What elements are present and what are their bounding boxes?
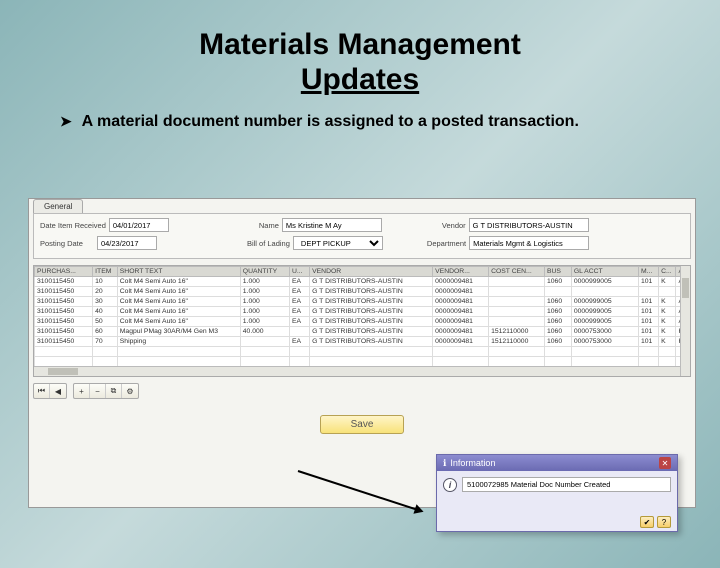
close-icon[interactable]: ✕ [659,457,671,469]
column-header[interactable]: SHORT TEXT [117,267,240,277]
bill-lading-label: Bill of Lading [247,239,290,248]
column-header[interactable]: BUS [544,267,571,277]
table-row[interactable]: 310011545020Colt M4 Semi Auto 16"1.000EA… [35,287,690,297]
table-row[interactable] [35,347,690,357]
line-items-table[interactable]: PURCHAS...ITEMSHORT TEXTQUANTITYU...VEND… [33,265,691,377]
vertical-scrollbar[interactable] [680,266,690,376]
table-row[interactable]: 310011545010Colt M4 Semi Auto 16"1.000EA… [35,277,690,287]
table-row[interactable]: 310011545050Colt M4 Semi Auto 16"1.000EA… [35,317,690,327]
column-header[interactable]: ITEM [93,267,118,277]
table-row[interactable]: 310011545070ShippingEAG T DISTRIBUTORS-A… [35,337,690,347]
column-header[interactable]: C... [659,267,676,277]
vendor-label: Vendor [442,221,466,230]
tab-general[interactable]: General [33,199,83,213]
name-label: Name [259,221,279,230]
column-header[interactable]: U... [289,267,309,277]
page-title: Materials Management Updates [0,28,720,97]
column-header[interactable]: VENDOR [310,267,433,277]
popup-title-text: Information [450,458,495,468]
popup-message: 5100072985 Material Doc Number Created [462,477,671,492]
department-input[interactable] [469,236,589,250]
bullet-arrow-icon: ➤ [60,113,72,129]
column-header[interactable]: COST CEN... [489,267,545,277]
table-row[interactable] [35,357,690,367]
bill-lading-select[interactable]: DEPT PICKUP [293,236,383,250]
table-toolbar: ⏮ ◀ + − ⧉ ⚙ [33,383,691,399]
settings-icon[interactable]: ⚙ [122,384,138,398]
popup-help-button[interactable]: ? [657,516,671,528]
column-header[interactable]: PURCHAS... [35,267,93,277]
name-input[interactable] [282,218,382,232]
column-header[interactable]: M... [638,267,658,277]
info-title-icon: ℹ [443,458,446,469]
column-header[interactable]: QUANTITY [240,267,289,277]
date-received-label: Date Item Received [40,221,106,230]
save-button[interactable]: Save [320,415,405,434]
bullet-text: A material document number is assigned t… [82,113,579,130]
department-label: Department [427,239,466,248]
table-row[interactable]: 310011545060Magpul PMag 30AR/M4 Gen M340… [35,327,690,337]
date-received-input[interactable] [109,218,169,232]
vendor-input[interactable] [469,218,589,232]
column-header[interactable]: VENDOR... [433,267,489,277]
add-row-icon[interactable]: + [74,384,90,398]
column-header[interactable]: GL ACCT [571,267,638,277]
information-dialog: ℹ Information ✕ i 5100072985 Material Do… [436,454,678,532]
posting-date-input[interactable] [97,236,157,250]
copy-row-icon[interactable]: ⧉ [106,384,122,398]
table-row[interactable]: 310011545030Colt M4 Semi Auto 16"1.000EA… [35,297,690,307]
posting-date-label: Posting Date [40,239,83,248]
prev-page-icon[interactable]: ◀ [50,384,66,398]
popup-ok-button[interactable]: ✔ [640,516,654,528]
delete-row-icon[interactable]: − [90,384,106,398]
bullet-line: ➤ A material document number is assigned… [60,113,670,131]
first-page-icon[interactable]: ⏮ [34,384,50,398]
info-icon: i [443,478,457,492]
header-panel: Date Item Received Name Vendor Posting D… [33,213,691,259]
table-row[interactable]: 310011545040Colt M4 Semi Auto 16"1.000EA… [35,307,690,317]
horizontal-scrollbar[interactable] [34,366,680,376]
